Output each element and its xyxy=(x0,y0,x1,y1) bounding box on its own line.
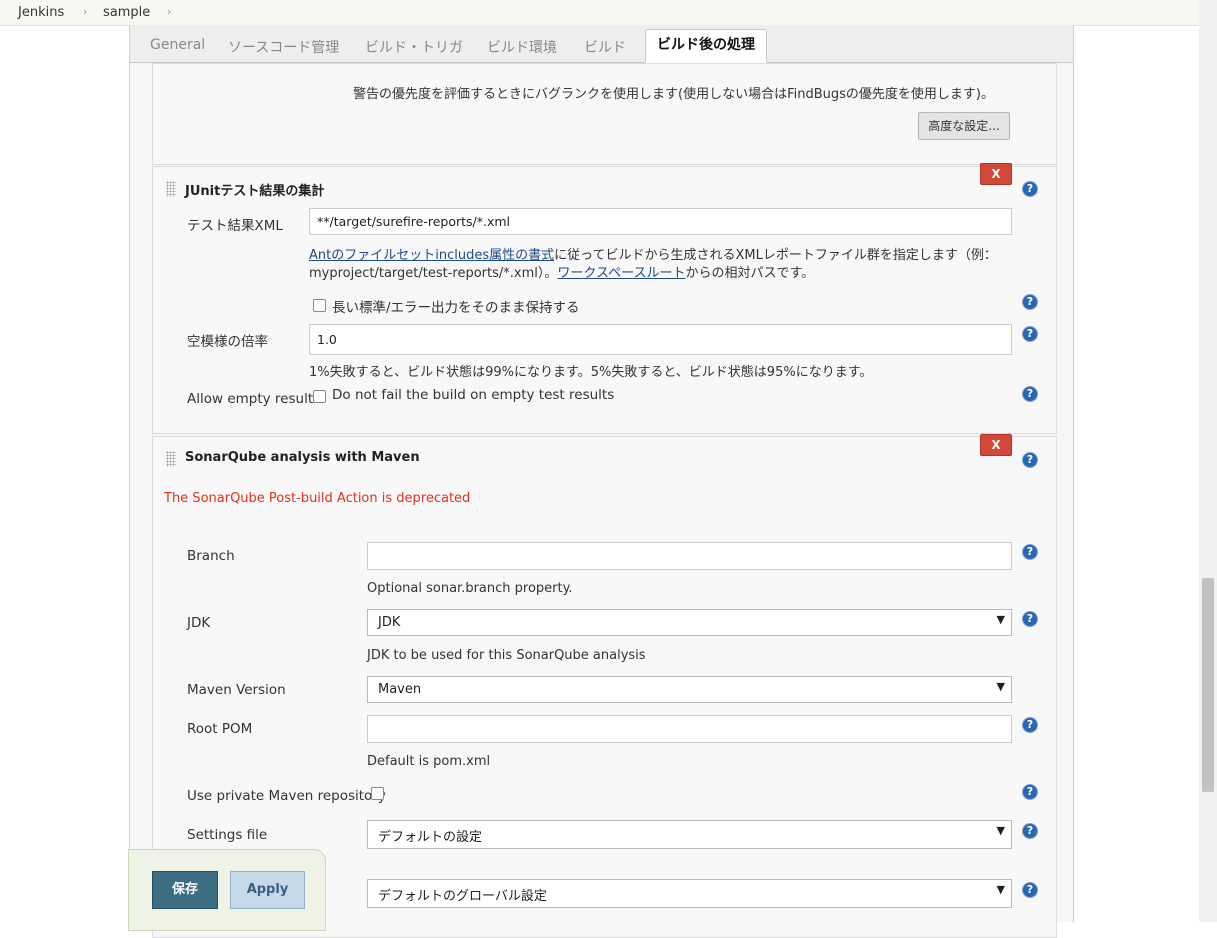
maven-version-label: Maven Version xyxy=(187,682,286,698)
help-icon[interactable]: ? xyxy=(1023,545,1037,559)
findbugs-rank-description: 警告の優先度を評価するときにバグランクを使用します(使用しない場合はFindBu… xyxy=(353,87,994,102)
breadcrumb-separator[interactable]: › xyxy=(83,5,87,18)
keep-long-output-checkbox[interactable] xyxy=(313,299,326,312)
breadcrumb-sample[interactable]: sample xyxy=(103,5,150,20)
global-settings-selected-value: デフォルトのグローバル設定 xyxy=(378,889,547,904)
jdk-select[interactable]: JDK ▼ xyxy=(367,609,1012,636)
chevron-down-icon: ▼ xyxy=(996,680,1005,693)
description-text: myproject/target/test-reports/*.xml）。 xyxy=(309,266,558,281)
jdk-selected-value: JDK xyxy=(378,615,401,630)
root-pom-description: Default is pom.xml xyxy=(367,754,491,769)
sonarqube-section-title: SonarQube analysis with Maven xyxy=(185,450,420,465)
help-icon[interactable]: ? xyxy=(1023,295,1037,309)
branch-description: Optional sonar.branch property. xyxy=(367,581,573,596)
health-scale-input[interactable] xyxy=(309,324,1012,355)
breadcrumb: Jenkins › sample › xyxy=(0,0,1199,26)
ant-fileset-link[interactable]: Antのファイルセットincludes属性の書式 xyxy=(309,248,554,263)
help-icon[interactable]: ? xyxy=(1023,453,1037,467)
allow-empty-checkbox-label: Do not fail the build on empty test resu… xyxy=(332,387,615,403)
chevron-down-icon: ▼ xyxy=(996,824,1005,837)
root-pom-input[interactable] xyxy=(367,715,1012,743)
help-icon[interactable]: ? xyxy=(1023,824,1037,838)
tab-post-build[interactable]: ビルド後の処理 xyxy=(645,29,767,63)
keep-long-output-label: 長い標準/エラー出力をそのまま保持する xyxy=(332,300,580,316)
jdk-label: JDK xyxy=(187,615,211,631)
description-text: に従ってビルドから生成されるXMLレポートファイル群を指定します（例： xyxy=(554,248,997,263)
findbugs-section: 警告の優先度を評価するときにバグランクを使用します(使用しない場合はFindBu… xyxy=(152,63,1057,165)
scrollbar-thumb[interactable] xyxy=(1202,578,1214,792)
config-tabs: General ソースコード管理 ビルド・トリガ ビルド環境 ビルド ビルド後の… xyxy=(130,25,1073,63)
test-results-xml-description: Antのファイルセットincludes属性の書式に従ってビルドから生成されるXM… xyxy=(309,247,1009,283)
help-icon[interactable]: ? xyxy=(1023,785,1037,799)
global-settings-file-select[interactable]: デフォルトのグローバル設定 ▼ xyxy=(367,879,1012,908)
breadcrumb-separator[interactable]: › xyxy=(167,5,171,18)
jdk-description: JDK to be used for this SonarQube analys… xyxy=(367,648,646,663)
maven-version-select[interactable]: Maven ▼ xyxy=(367,676,1012,703)
page-scrollbar[interactable] xyxy=(1199,0,1217,922)
root-pom-label: Root POM xyxy=(187,721,253,737)
chevron-down-icon: ▼ xyxy=(996,883,1005,896)
junit-section: JUnitテスト結果の集計 X ? テスト結果XML Antのファイルセットin… xyxy=(152,163,1057,434)
help-icon[interactable]: ? xyxy=(1023,718,1037,732)
help-icon[interactable]: ? xyxy=(1023,387,1037,401)
description-text: からの相対パスです。 xyxy=(685,266,815,281)
private-repo-checkbox[interactable] xyxy=(371,787,384,800)
help-icon[interactable]: ? xyxy=(1023,612,1037,626)
workspace-root-link[interactable]: ワークスペースルート xyxy=(557,266,685,281)
delete-junit-button[interactable]: X xyxy=(980,163,1012,185)
advanced-settings-button[interactable]: 高度な設定... xyxy=(918,112,1010,140)
junit-section-title: JUnitテスト結果の集計 xyxy=(185,184,325,199)
tab-scm[interactable]: ソースコード管理 xyxy=(228,37,339,57)
allow-empty-label: Allow empty results xyxy=(187,391,321,407)
maven-selected-value: Maven xyxy=(378,682,422,697)
tab-build-environment[interactable]: ビルド環境 xyxy=(487,37,557,57)
apply-button[interactable]: Apply xyxy=(230,871,305,909)
delete-sonarqube-button[interactable]: X xyxy=(980,434,1012,456)
chevron-down-icon: ▼ xyxy=(996,613,1005,626)
help-icon[interactable]: ? xyxy=(1023,182,1037,196)
help-icon[interactable]: ? xyxy=(1023,327,1037,341)
health-scale-description: 1%失敗すると、ビルド状態は99%になります。5%失敗すると、ビルド状態は95%… xyxy=(309,365,873,380)
private-repo-label: Use private Maven repository xyxy=(187,788,386,804)
settings-file-select[interactable]: デフォルトの設定 ▼ xyxy=(367,820,1012,849)
drag-handle-icon[interactable] xyxy=(166,451,176,467)
settings-selected-value: デフォルトの設定 xyxy=(378,830,483,845)
test-results-xml-input[interactable] xyxy=(309,208,1012,235)
save-button[interactable]: 保存 xyxy=(152,871,218,909)
tab-build[interactable]: ビルド xyxy=(584,37,626,57)
breadcrumb-jenkins[interactable]: Jenkins xyxy=(18,5,64,20)
settings-file-label: Settings file xyxy=(187,827,268,843)
branch-label: Branch xyxy=(187,548,235,564)
allow-empty-checkbox[interactable] xyxy=(313,390,326,403)
health-scale-label: 空模様の倍率 xyxy=(187,334,268,350)
drag-handle-icon[interactable] xyxy=(166,181,176,197)
tab-build-triggers[interactable]: ビルド・トリガ xyxy=(365,37,463,57)
tab-general[interactable]: General xyxy=(150,37,205,53)
help-icon[interactable]: ? xyxy=(1023,883,1037,897)
bottom-button-bar: 保存 Apply xyxy=(128,849,326,931)
config-form: General ソースコード管理 ビルド・トリガ ビルド環境 ビルド ビルド後の… xyxy=(129,25,1074,938)
deprecated-warning: The SonarQube Post-build Action is depre… xyxy=(164,491,471,506)
branch-input[interactable] xyxy=(367,542,1012,570)
test-results-xml-label: テスト結果XML xyxy=(187,218,283,234)
